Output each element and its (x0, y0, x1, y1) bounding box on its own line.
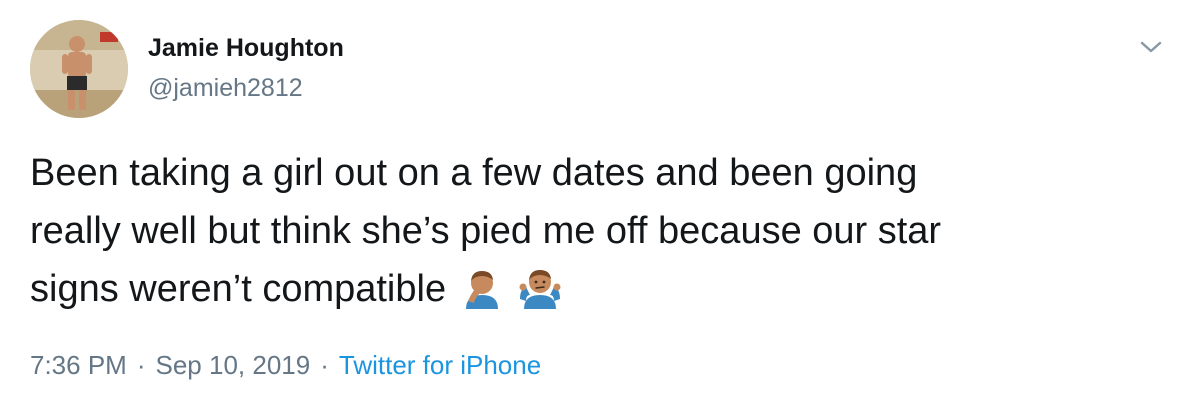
tweet-time[interactable]: 7:36 PM (30, 350, 127, 380)
man-facepalming-icon (460, 265, 504, 309)
avatar[interactable] (30, 20, 128, 118)
tweet-text-line: Been taking a girl out on a few dates an… (30, 152, 918, 194)
tweet-meta: 7:36 PM · Sep 10, 2019 · Twitter for iPhone (30, 350, 541, 381)
tweet-card: Jamie Houghton @jamieh2812 Been taking a… (0, 0, 1194, 416)
chevron-down-icon[interactable] (1138, 34, 1164, 60)
meta-separator: · (320, 350, 329, 380)
tweet-date[interactable]: Sep 10, 2019 (156, 350, 311, 380)
tweet-text-line-last: signs weren’t compatible (30, 260, 1160, 318)
tweet-text-line: really well but think she’s pied me off … (30, 210, 942, 252)
author-handle[interactable]: @jamieh2812 (148, 74, 303, 103)
meta-separator: · (136, 350, 146, 380)
man-shrugging-icon (518, 265, 562, 309)
tweet-text-line: signs weren’t compatible (30, 268, 447, 310)
tweet-source-link[interactable]: Twitter for iPhone (339, 350, 541, 380)
avatar-photo (30, 20, 128, 118)
tweet-text: Been taking a girl out on a few dates an… (30, 144, 1160, 318)
author-name[interactable]: Jamie Houghton (148, 34, 344, 63)
